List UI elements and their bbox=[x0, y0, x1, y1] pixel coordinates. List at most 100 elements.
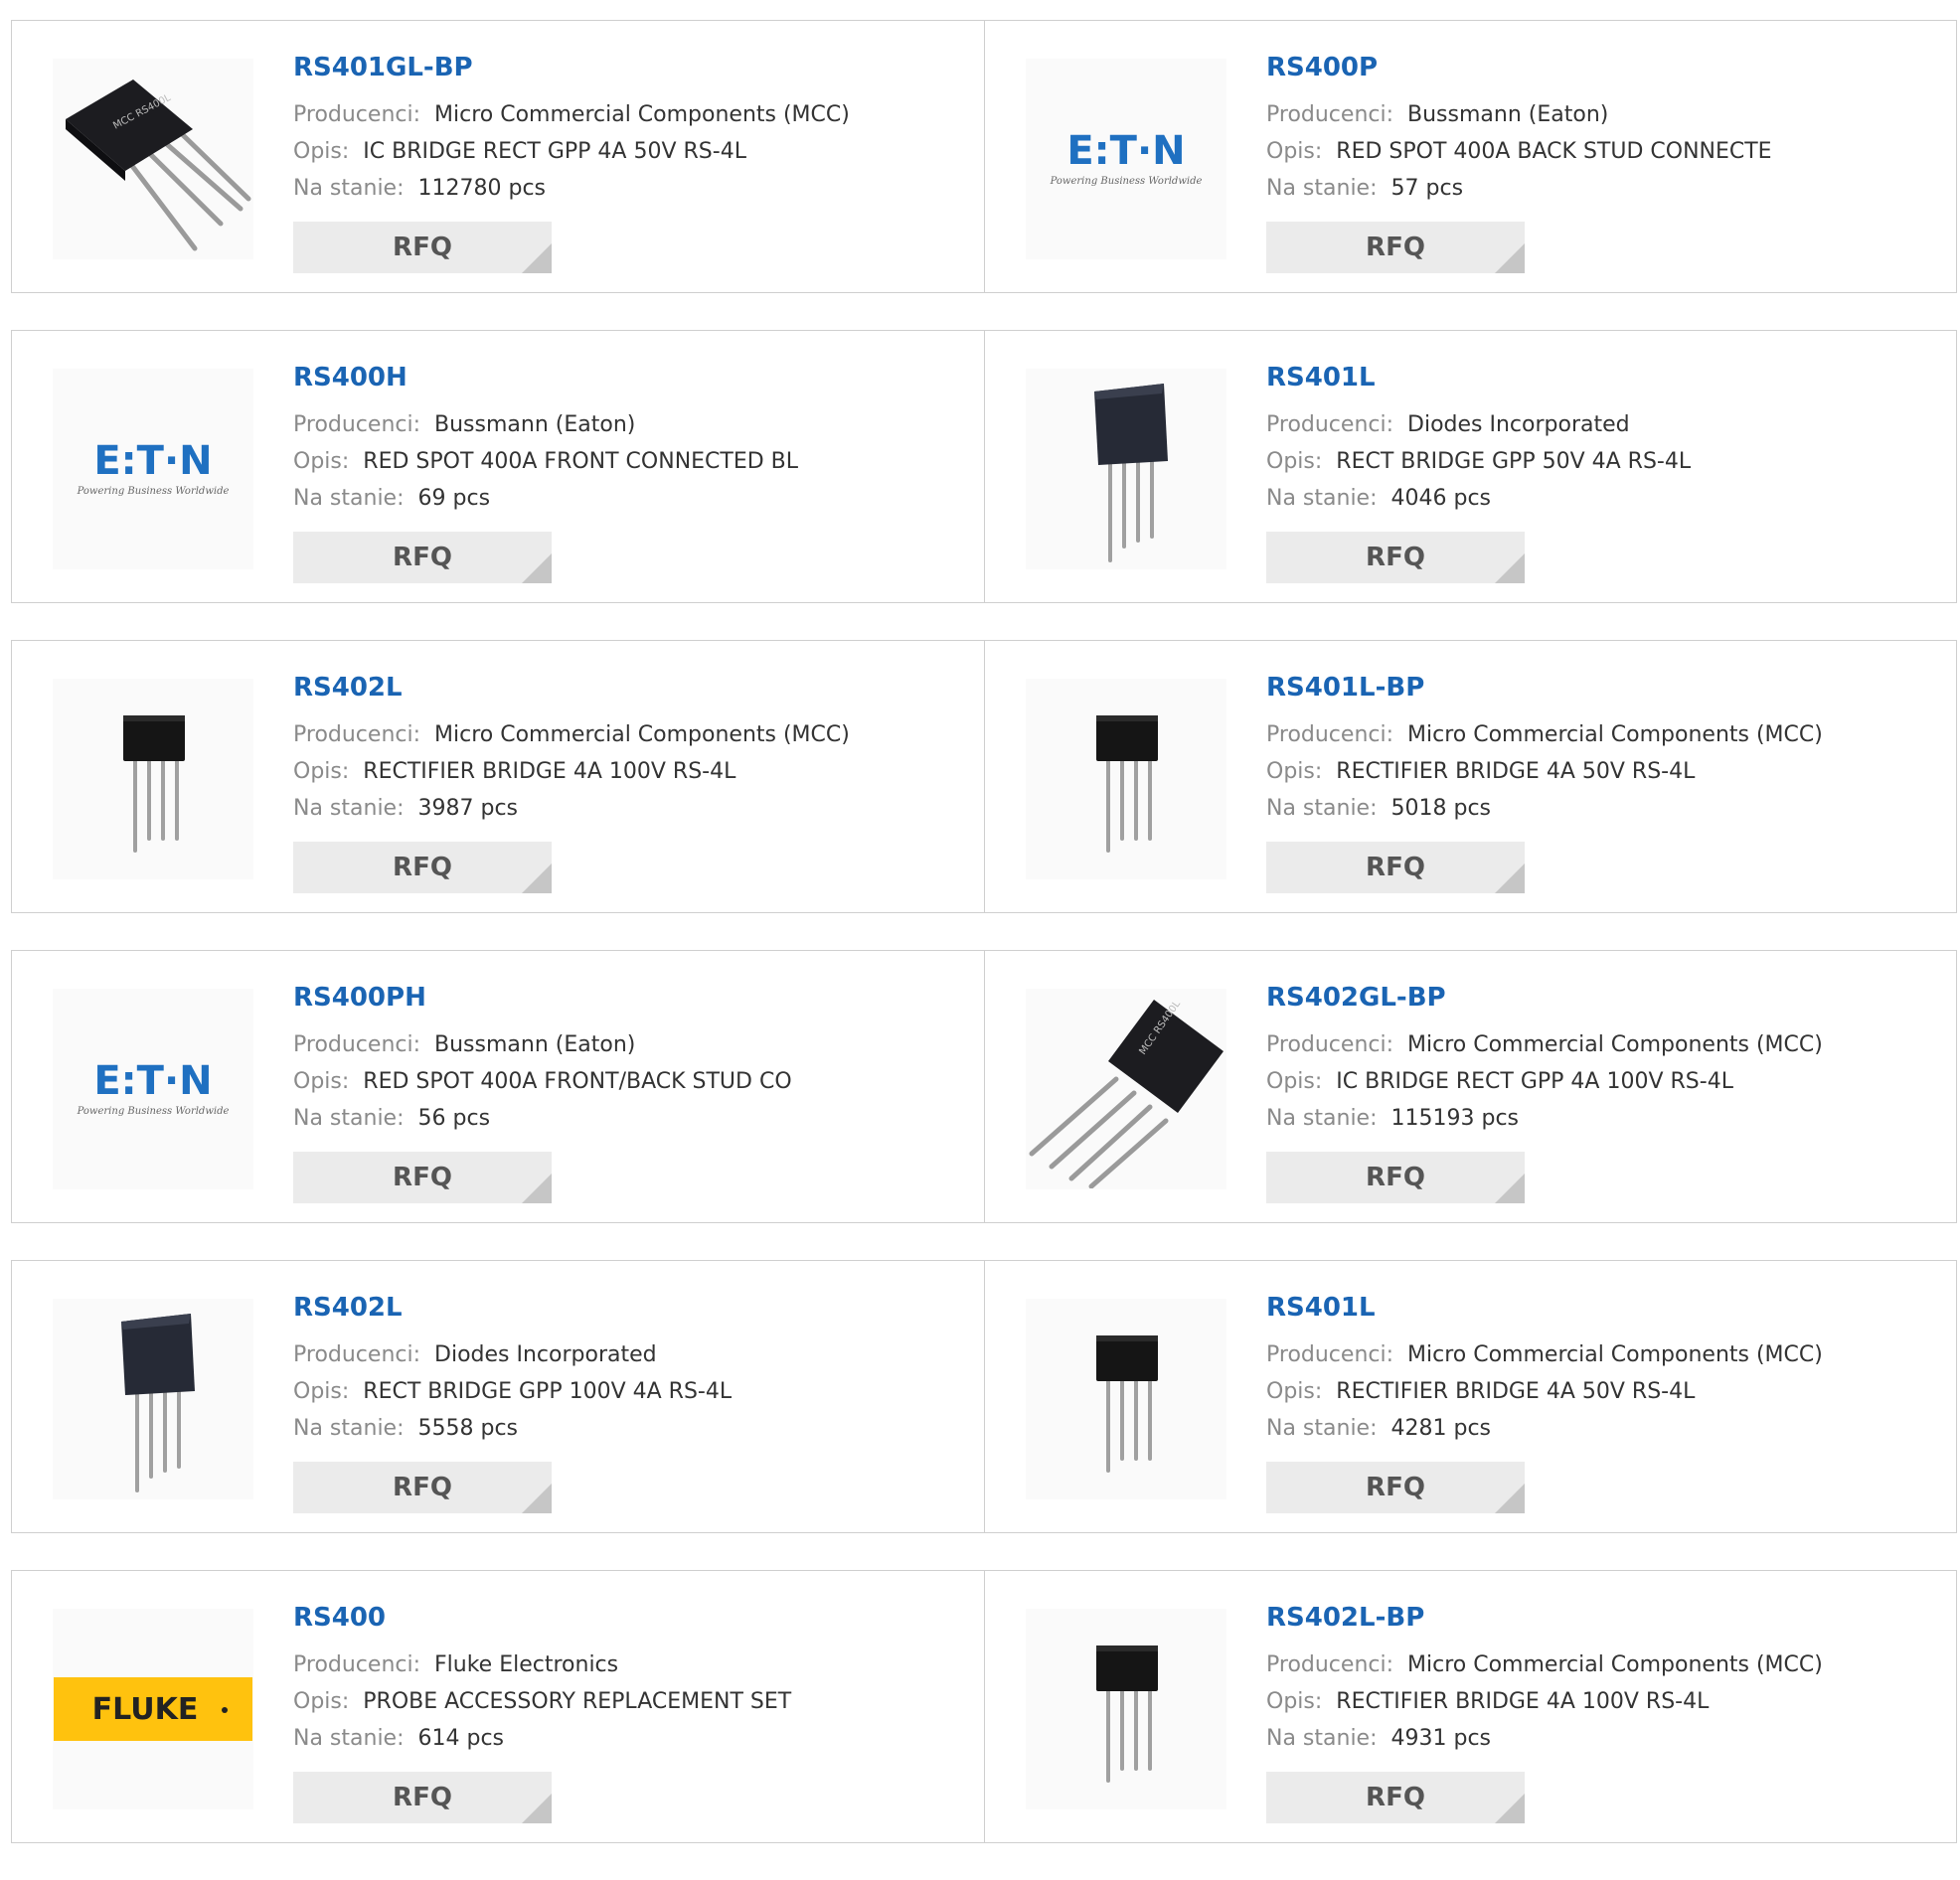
stock-label: Na stanie: bbox=[293, 176, 405, 201]
stock-line: Na stanie: 4931 pcs bbox=[1266, 1720, 1823, 1757]
stock-line: Na stanie: 115193 pcs bbox=[1266, 1100, 1823, 1137]
description-line: Opis: RECTIFIER BRIDGE 4A 50V RS-4L bbox=[1266, 1373, 1823, 1410]
rfq-button[interactable]: RFQ bbox=[293, 842, 552, 893]
product-image[interactable]: MCC RS400L bbox=[53, 59, 253, 259]
rfq-label: RFQ bbox=[1366, 1473, 1425, 1502]
product-image[interactable] bbox=[1026, 369, 1226, 569]
stock-value: 56 pcs bbox=[417, 1106, 491, 1131]
part-number-link[interactable]: RS402L bbox=[293, 1291, 732, 1325]
svg-text:FLUKE: FLUKE bbox=[92, 1692, 199, 1727]
description-line: Opis: RED SPOT 400A FRONT/BACK STUD CO bbox=[293, 1063, 792, 1100]
rfq-corner-decoration bbox=[522, 1484, 552, 1513]
manufacturer-line: Producenci: Fluke Electronics bbox=[293, 1646, 791, 1683]
manufacturer-line: Producenci: Micro Commercial Components (… bbox=[1266, 1336, 1823, 1373]
description-label: Opis: bbox=[293, 759, 350, 784]
product-image[interactable] bbox=[1026, 1299, 1226, 1499]
product-info: RS402L Producenci: Micro Commercial Compo… bbox=[293, 671, 850, 827]
rfq-label: RFQ bbox=[393, 543, 452, 572]
rfq-corner-decoration bbox=[1495, 243, 1525, 273]
rfq-button[interactable]: RFQ bbox=[293, 222, 552, 273]
rfq-label: RFQ bbox=[393, 853, 452, 882]
bridge-rectifier-image: MCC RS400L bbox=[66, 79, 251, 251]
product-image[interactable] bbox=[53, 1299, 253, 1499]
stock-value: 5558 pcs bbox=[417, 1416, 519, 1441]
rfq-label: RFQ bbox=[1366, 233, 1425, 262]
bridge-rectifier-image bbox=[1096, 715, 1158, 853]
part-number-link[interactable]: RS402L-BP bbox=[1266, 1601, 1823, 1635]
description-label: Opis: bbox=[293, 449, 350, 474]
part-number-link[interactable]: RS402L bbox=[293, 671, 850, 705]
manufacturer-line: Producenci: Diodes Incorporated bbox=[1266, 406, 1691, 443]
description-label: Opis: bbox=[293, 139, 350, 164]
part-number-link[interactable]: RS401L-BP bbox=[1266, 671, 1823, 705]
part-number-link[interactable]: RS400H bbox=[293, 361, 798, 394]
manufacturer-line: Producenci: Micro Commercial Components (… bbox=[293, 96, 850, 133]
part-number-link[interactable]: RS401GL-BP bbox=[293, 51, 850, 84]
rfq-button[interactable]: RFQ bbox=[293, 1152, 552, 1203]
stock-label: Na stanie: bbox=[1266, 176, 1378, 201]
rfq-label: RFQ bbox=[393, 233, 452, 262]
description-label: Opis: bbox=[1266, 1689, 1323, 1714]
rfq-button[interactable]: RFQ bbox=[1266, 842, 1525, 893]
stock-value: 112780 pcs bbox=[417, 176, 547, 201]
description-line: Opis: IC BRIDGE RECT GPP 4A 50V RS-4L bbox=[293, 133, 850, 170]
product-info: RS402L-BP Producenci: Micro Commercial Co… bbox=[1266, 1601, 1823, 1757]
eaton-logo: E:T·N Powering Business Worldwide bbox=[1050, 128, 1203, 187]
rfq-button[interactable]: RFQ bbox=[1266, 1152, 1525, 1203]
stock-label: Na stanie: bbox=[293, 1416, 405, 1441]
stock-line: Na stanie: 56 pcs bbox=[293, 1100, 792, 1137]
manufacturer-label: Producenci: bbox=[293, 102, 421, 127]
manufacturer-value: Fluke Electronics bbox=[434, 1652, 619, 1677]
product-row: E:T·N Powering Business Worldwide RS400H… bbox=[11, 330, 1957, 603]
product-image[interactable]: FLUKE bbox=[53, 1609, 253, 1809]
product-info: RS402L Producenci: Diodes Incorporated Op… bbox=[293, 1291, 732, 1447]
manufacturer-label: Producenci: bbox=[1266, 412, 1394, 437]
product-info: RS402GL-BP Producenci: Micro Commercial C… bbox=[1266, 981, 1823, 1137]
rfq-button[interactable]: RFQ bbox=[1266, 532, 1525, 583]
product-card: RS402L Producenci: Micro Commercial Compo… bbox=[12, 641, 984, 912]
stock-label: Na stanie: bbox=[1266, 1416, 1378, 1441]
manufacturer-line: Producenci: Micro Commercial Components (… bbox=[1266, 716, 1823, 753]
eaton-logo: E:T·N Powering Business Worldwide bbox=[77, 438, 230, 497]
description-value: RECTIFIER BRIDGE 4A 50V RS-4L bbox=[1336, 1379, 1696, 1404]
part-number-link[interactable]: RS400 bbox=[293, 1601, 791, 1635]
manufacturer-label: Producenci: bbox=[293, 1652, 421, 1677]
rfq-button[interactable]: RFQ bbox=[1266, 222, 1525, 273]
manufacturer-line: Producenci: Bussmann (Eaton) bbox=[293, 406, 798, 443]
rfq-button[interactable]: RFQ bbox=[293, 1772, 552, 1823]
stock-line: Na stanie: 57 pcs bbox=[1266, 170, 1772, 207]
stock-label: Na stanie: bbox=[293, 486, 405, 511]
product-info: RS400PH Producenci: Bussmann (Eaton) Opis… bbox=[293, 981, 792, 1137]
product-image[interactable]: MCC RS400L bbox=[1026, 989, 1226, 1189]
description-line: Opis: RECTIFIER BRIDGE 4A 100V RS-4L bbox=[1266, 1683, 1823, 1720]
part-number-link[interactable]: RS400PH bbox=[293, 981, 792, 1015]
product-card: E:T·N Powering Business Worldwide RS400P… bbox=[12, 951, 984, 1222]
description-label: Opis: bbox=[293, 1689, 350, 1714]
product-image[interactable] bbox=[53, 679, 253, 879]
product-image[interactable]: E:T·N Powering Business Worldwide bbox=[53, 989, 253, 1189]
product-row: E:T·N Powering Business Worldwide RS400P… bbox=[11, 950, 1957, 1223]
rfq-button[interactable]: RFQ bbox=[1266, 1772, 1525, 1823]
part-number-link[interactable]: RS400P bbox=[1266, 51, 1772, 84]
product-card: RS401L Producenci: Diodes Incorporated Op… bbox=[984, 331, 1956, 602]
product-image[interactable] bbox=[1026, 1609, 1226, 1809]
product-image[interactable]: E:T·N Powering Business Worldwide bbox=[1026, 59, 1226, 259]
bridge-rectifier-image bbox=[1094, 384, 1168, 562]
part-number-link[interactable]: RS402GL-BP bbox=[1266, 981, 1823, 1015]
manufacturer-value: Micro Commercial Components (MCC) bbox=[1407, 722, 1823, 747]
stock-value: 614 pcs bbox=[417, 1726, 505, 1751]
part-number-link[interactable]: RS401L bbox=[1266, 361, 1691, 394]
stock-line: Na stanie: 112780 pcs bbox=[293, 170, 850, 207]
rfq-corner-decoration bbox=[1495, 1484, 1525, 1513]
rfq-button[interactable]: RFQ bbox=[293, 532, 552, 583]
manufacturer-value: Bussmann (Eaton) bbox=[434, 412, 636, 437]
description-value: RECT BRIDGE GPP 50V 4A RS-4L bbox=[1336, 449, 1692, 474]
product-image[interactable]: E:T·N Powering Business Worldwide bbox=[53, 369, 253, 569]
description-line: Opis: RED SPOT 400A FRONT CONNECTED BL bbox=[293, 443, 798, 480]
rfq-button[interactable]: RFQ bbox=[293, 1462, 552, 1513]
rfq-button[interactable]: RFQ bbox=[1266, 1462, 1525, 1513]
stock-label: Na stanie: bbox=[1266, 486, 1378, 511]
part-number-link[interactable]: RS401L bbox=[1266, 1291, 1823, 1325]
product-image[interactable] bbox=[1026, 679, 1226, 879]
eaton-logo: E:T·N Powering Business Worldwide bbox=[77, 1058, 230, 1117]
